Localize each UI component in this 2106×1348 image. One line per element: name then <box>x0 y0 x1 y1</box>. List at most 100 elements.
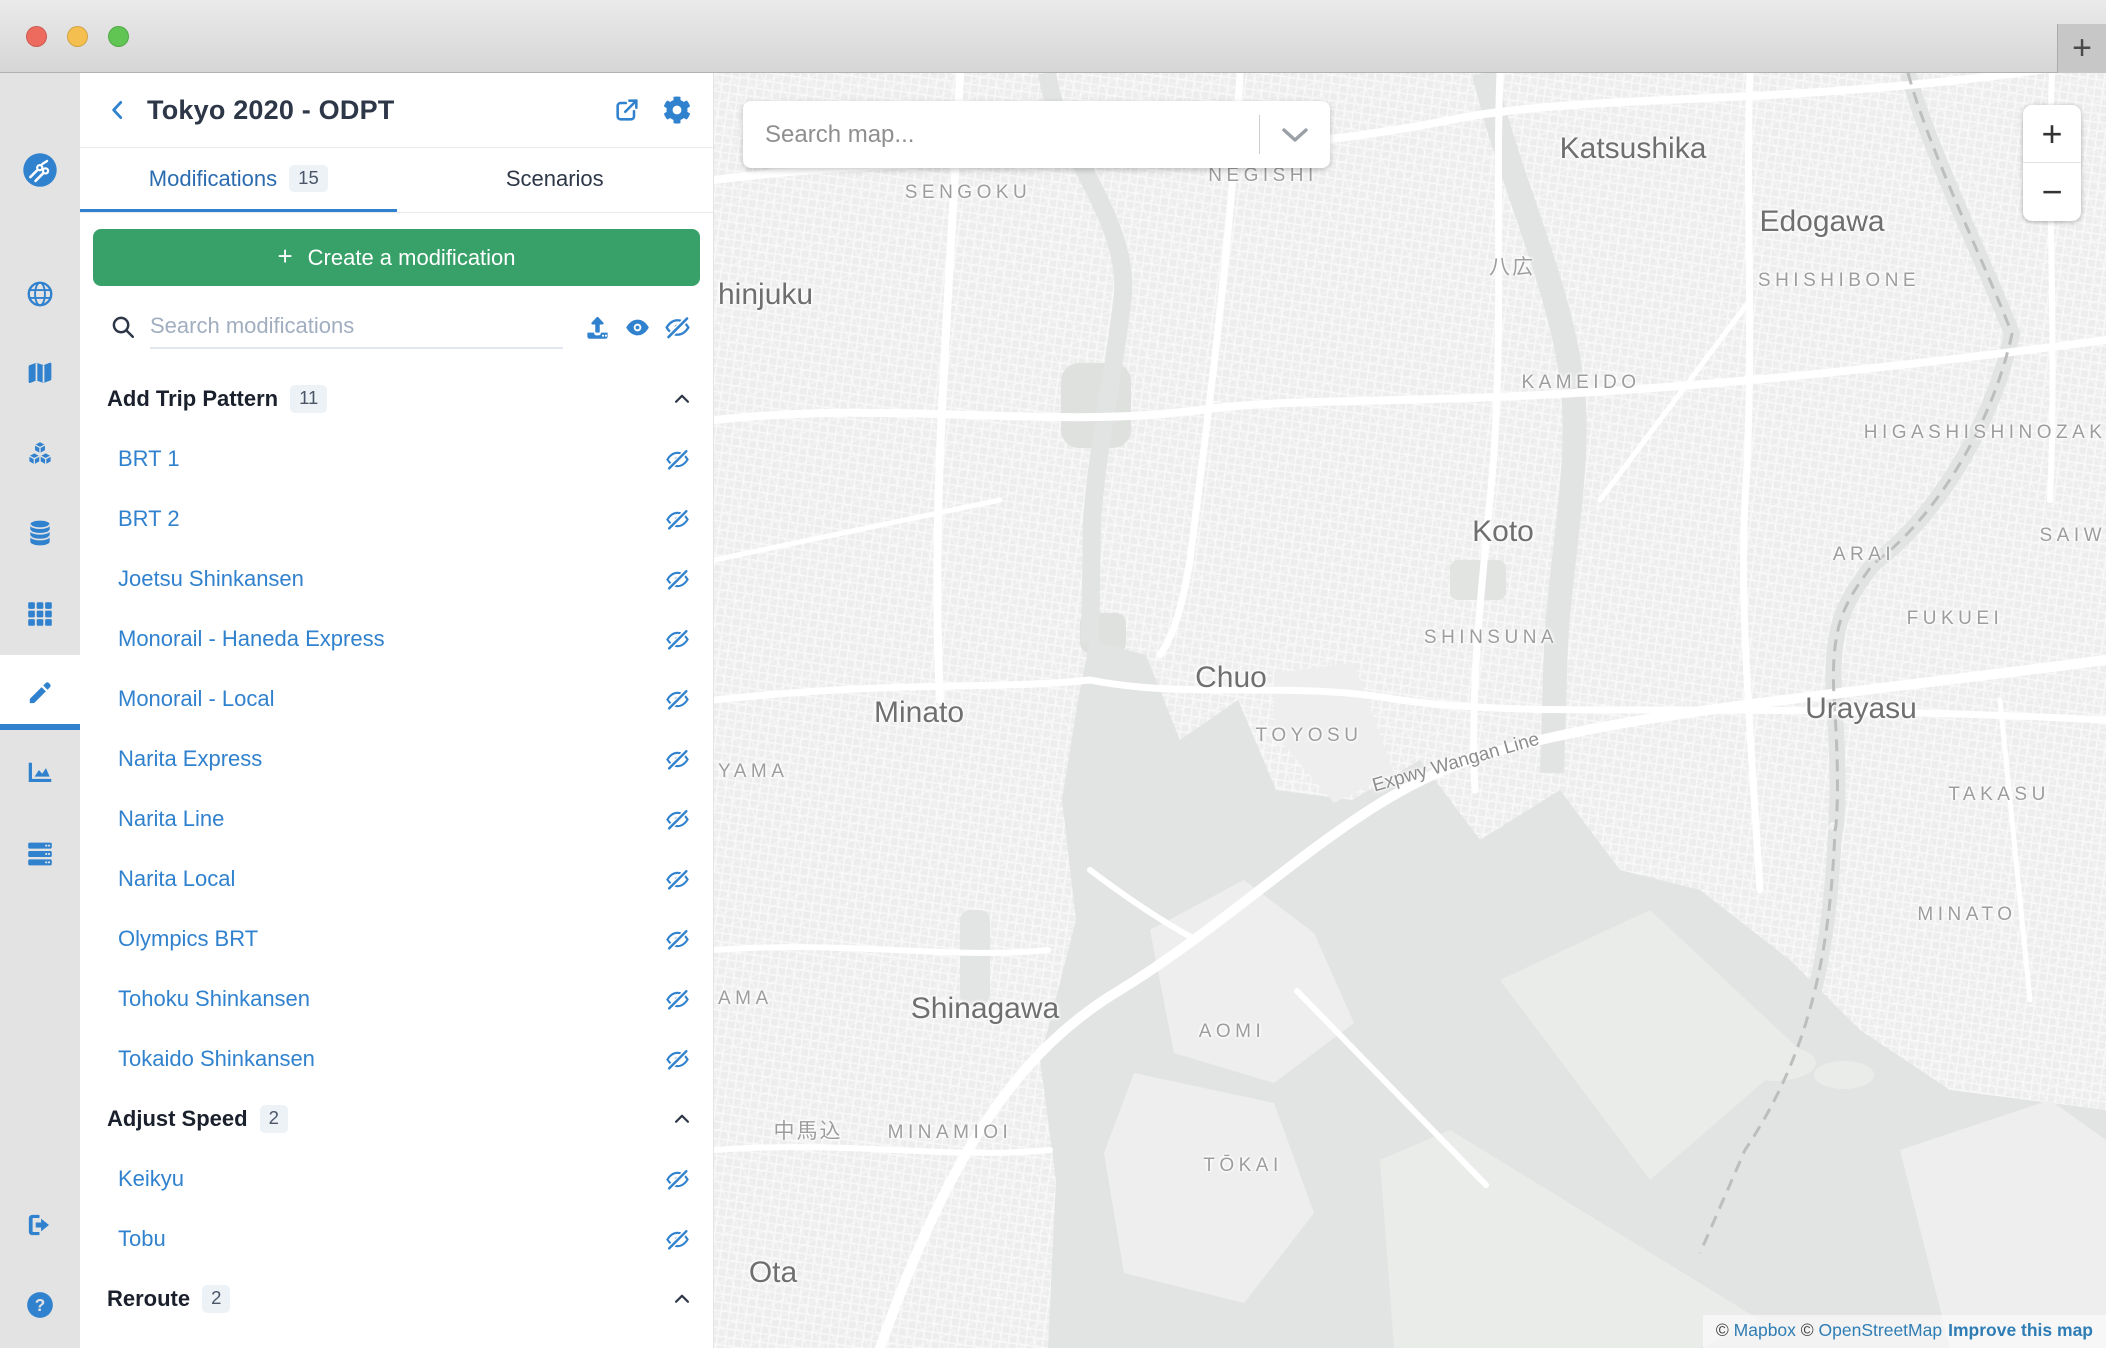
modification-item[interactable]: Tobu <box>80 1209 713 1269</box>
pencil-icon[interactable] <box>0 655 80 730</box>
svg-text:?: ? <box>35 1295 45 1315</box>
modification-item[interactable]: BRT 1 <box>80 429 713 489</box>
modification-group-header[interactable]: Add Trip Pattern 11 <box>80 369 713 429</box>
modification-link[interactable]: BRT 2 <box>118 506 180 532</box>
sign-out-icon[interactable] <box>0 1189 80 1261</box>
map-place-label: TŌKAI <box>1203 1155 1283 1177</box>
modification-item[interactable]: BRT 2 <box>80 489 713 549</box>
map-search-input[interactable] <box>743 101 1259 168</box>
tab-scenarios[interactable]: Scenarios <box>397 148 714 212</box>
eye-slash-icon[interactable] <box>661 1163 693 1195</box>
map-labels-layer: hinjukuSENGOKUNEGISHIKatsushikaEdogawaSH… <box>714 73 2106 1348</box>
modification-item[interactable]: Olympics BRT <box>80 909 713 969</box>
map-place-label: 中馬込 <box>774 1115 843 1145</box>
modification-link[interactable]: Monorail - Local <box>118 686 275 712</box>
modification-item[interactable]: Monorail - Haneda Express <box>80 609 713 669</box>
modification-group-header[interactable]: Adjust Speed 2 <box>80 1089 713 1149</box>
map-place-label: FUKUEI <box>1907 608 2004 630</box>
zoom-in-button[interactable]: + <box>2023 105 2081 163</box>
map-place-label: Expwy Wangan Line <box>1370 729 1542 798</box>
modification-group-header[interactable]: Reroute 2 <box>80 1269 713 1329</box>
eye-slash-icon[interactable] <box>661 983 693 1015</box>
modification-link[interactable]: Keikyu <box>118 1166 184 1192</box>
map-place-label: 八広 <box>1489 251 1535 281</box>
map-attribution: © Mapbox © OpenStreetMapImprove this map <box>1703 1315 2106 1348</box>
copyright-symbol-2: © <box>1796 1320 1819 1340</box>
zoom-window-button[interactable] <box>108 26 129 47</box>
mapbox-link[interactable]: Mapbox <box>1734 1320 1796 1340</box>
search-input[interactable] <box>150 305 563 349</box>
map-zoom-control: + − <box>2023 105 2081 221</box>
grid-icon[interactable] <box>0 578 80 650</box>
modification-item[interactable]: Monorail - Local <box>80 669 713 729</box>
modification-item[interactable]: Narita Express <box>80 729 713 789</box>
close-window-button[interactable] <box>26 26 47 47</box>
modification-item[interactable]: Narita Local <box>80 849 713 909</box>
eye-slash-icon[interactable] <box>661 623 693 655</box>
eye-slash-icon[interactable] <box>661 1043 693 1075</box>
modification-item[interactable]: Tohoku Shinkansen <box>80 969 713 1029</box>
modification-link[interactable]: Tokaido Shinkansen <box>118 1046 315 1072</box>
map-place-label: AOMI <box>1199 1021 1266 1043</box>
eye-slash-icon[interactable] <box>661 503 693 535</box>
tab-modifications-label: Modifications <box>149 166 277 192</box>
app-window: + <box>0 0 2106 1348</box>
group-count-badge: 2 <box>202 1285 230 1312</box>
map-place-label: SAIWA <box>2039 525 2106 547</box>
eye-slash-icon[interactable] <box>661 443 693 475</box>
external-link-icon[interactable] <box>607 90 647 130</box>
eye-slash-icon[interactable] <box>657 307 697 347</box>
map-place-label: MINATO <box>1917 904 2016 926</box>
modification-item[interactable]: Keikyu <box>80 1149 713 1209</box>
back-button[interactable] <box>102 94 134 126</box>
create-modification-label: Create a modification <box>308 245 516 271</box>
modification-link[interactable]: Joetsu Shinkansen <box>118 566 304 592</box>
eye-slash-icon[interactable] <box>661 743 693 775</box>
gear-icon[interactable] <box>657 90 697 130</box>
map-view[interactable]: hinjukuSENGOKUNEGISHIKatsushikaEdogawaSH… <box>714 73 2106 1348</box>
tab-modifications[interactable]: Modifications 15 <box>80 148 397 212</box>
eye-slash-icon[interactable] <box>661 803 693 835</box>
eye-slash-icon[interactable] <box>661 923 693 955</box>
modification-item[interactable]: Joetsu Shinkansen <box>80 549 713 609</box>
modification-link[interactable]: Olympics BRT <box>118 926 258 952</box>
conveyal-logo-icon[interactable] <box>0 134 80 206</box>
modification-link[interactable]: Tohoku Shinkansen <box>118 986 310 1012</box>
modification-link[interactable]: Tobu <box>118 1226 166 1252</box>
chart-area-icon[interactable] <box>0 738 80 810</box>
eye-slash-icon[interactable] <box>661 683 693 715</box>
openstreetmap-link[interactable]: OpenStreetMap <box>1819 1320 1943 1340</box>
page-title: Tokyo 2020 - ODPT <box>147 95 607 126</box>
map-place-label: TOYOSU <box>1256 725 1363 747</box>
modification-link[interactable]: BRT 1 <box>118 446 180 472</box>
eye-slash-icon[interactable] <box>661 1223 693 1255</box>
map-place-label: KAMEIDO <box>1521 372 1640 394</box>
create-modification-button[interactable]: + Create a modification <box>93 229 700 286</box>
map-place-label: AMA <box>718 988 773 1010</box>
eye-slash-icon[interactable] <box>661 863 693 895</box>
map-place-label: MINAMIOI <box>888 1122 1013 1144</box>
chevron-down-icon[interactable] <box>1260 101 1330 168</box>
map-icon[interactable] <box>0 337 80 409</box>
modification-link[interactable]: Narita Local <box>118 866 235 892</box>
map-place-label: NEGISHI <box>1208 165 1318 187</box>
modification-link[interactable]: Monorail - Haneda Express <box>118 626 385 652</box>
help-icon[interactable]: ? <box>0 1269 80 1341</box>
modification-link[interactable]: Narita Line <box>118 806 224 832</box>
map-place-label: Minato <box>874 696 964 730</box>
upload-icon[interactable] <box>577 307 617 347</box>
modification-link[interactable]: Narita Express <box>118 746 262 772</box>
modification-item[interactable]: Tokaido Shinkansen <box>80 1029 713 1089</box>
minimize-window-button[interactable] <box>67 26 88 47</box>
new-tab-button[interactable]: + <box>2057 24 2106 73</box>
improve-map-link[interactable]: Improve this map <box>1948 1320 2093 1340</box>
globe-icon[interactable] <box>0 258 80 330</box>
zoom-out-button[interactable]: − <box>2023 163 2081 221</box>
eye-icon[interactable] <box>617 307 657 347</box>
cubes-icon[interactable] <box>0 418 80 490</box>
modification-item[interactable]: Narita Line <box>80 789 713 849</box>
eye-slash-icon[interactable] <box>661 563 693 595</box>
server-icon[interactable] <box>0 818 80 890</box>
map-place-label: Koto <box>1472 515 1534 549</box>
database-icon[interactable] <box>0 497 80 569</box>
